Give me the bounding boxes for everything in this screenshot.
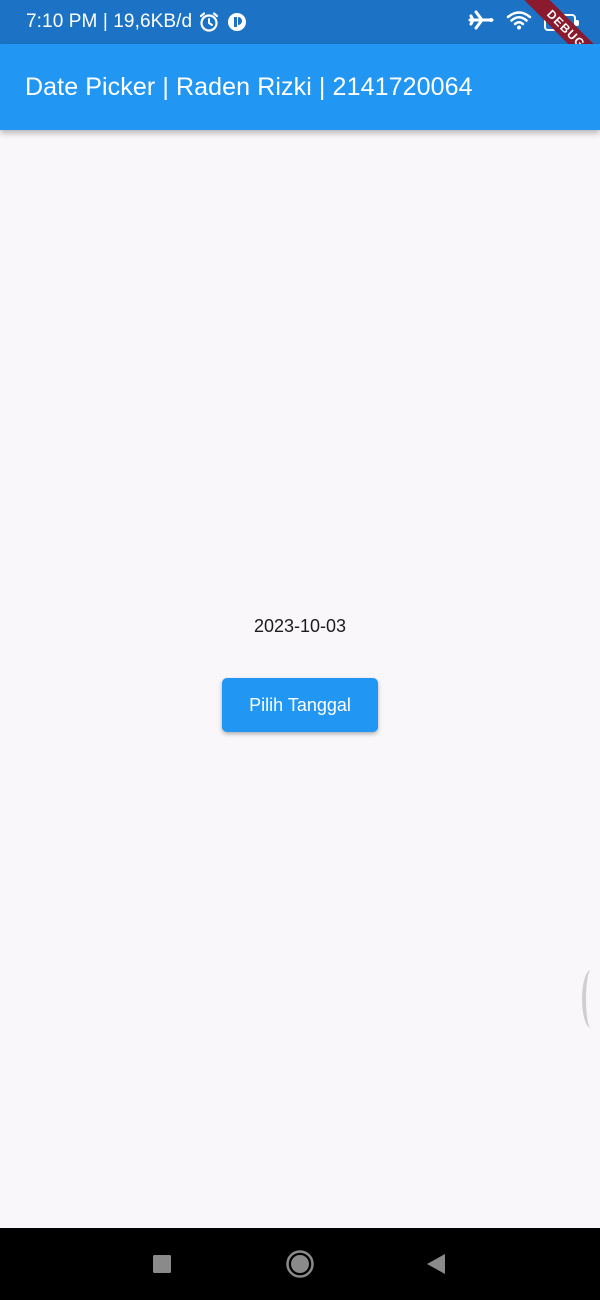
app-notification-icon [226,11,248,33]
back-button[interactable] [400,1228,472,1300]
recents-icon [153,1255,171,1273]
status-left: 7:10 PM | 19,6KB/d [26,11,248,33]
status-bar: 7:10 PM | 19,6KB/d 48 [0,0,600,44]
system-nav-bar [0,1228,600,1300]
app-bar: Date Picker | Raden Rizki | 2141720064 [0,44,600,130]
airplane-mode-icon [468,9,494,36]
app-screen: 7:10 PM | 19,6KB/d 48 DEBUG Date Picker … [0,0,600,1300]
page-title: Date Picker | Raden Rizki | 2141720064 [25,72,473,101]
home-icon [286,1250,314,1278]
alarm-icon [198,11,220,33]
status-time-speed: 7:10 PM | 19,6KB/d [26,11,193,32]
recents-button[interactable] [126,1228,198,1300]
pick-date-button[interactable]: Pilih Tanggal [222,678,378,732]
battery-level: 48 [553,16,567,28]
wifi-icon [506,9,532,36]
back-icon [427,1254,445,1274]
edge-swipe-handle[interactable] [582,970,600,1028]
battery-icon: 48 [544,13,579,31]
home-button[interactable] [264,1228,336,1300]
main-content: 2023-10-03 Pilih Tanggal [0,130,600,1228]
selected-date-text: 2023-10-03 [253,616,347,636]
status-right: 48 [468,9,579,36]
